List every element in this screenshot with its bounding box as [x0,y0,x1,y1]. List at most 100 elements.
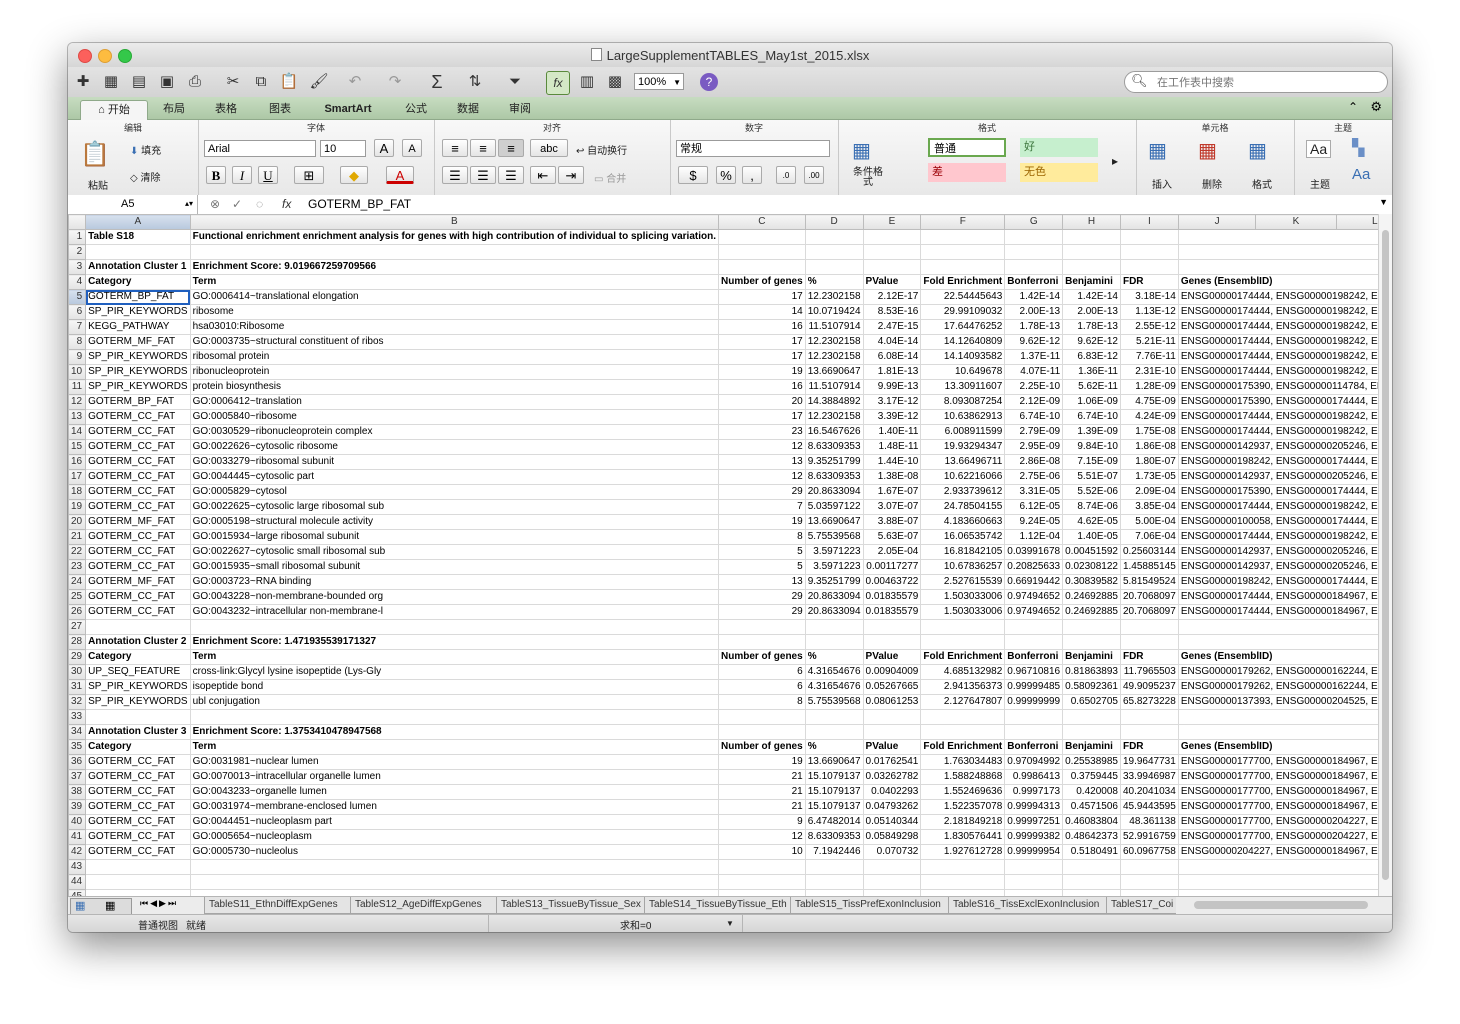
select-all-corner[interactable] [68,214,87,230]
grid-cell[interactable]: 0.25603144 [1119,544,1179,560]
grid-cell[interactable]: 2.941356373 [920,679,1006,695]
grid-cell[interactable]: Fold Enrichment [920,739,1006,755]
grid-cell[interactable]: 5.52E-06 [1062,484,1121,500]
grid-cell[interactable]: Annotation Cluster 2 [85,634,191,650]
grid-cell[interactable]: 2.05E-04 [862,544,922,560]
grid-cell[interactable] [804,634,864,650]
grid-cell[interactable]: ENSG00000142937, ENSG00000205246, ENSG00… [1177,439,1378,455]
grid-cell[interactable] [718,259,806,275]
merge-button[interactable]: ▭ 合并 [594,170,626,185]
grid-cell[interactable]: 0.9997173 [1004,784,1064,800]
grid-cell[interactable]: 3.5971223 [804,559,864,575]
grid-cell[interactable]: 5.63E-07 [862,529,922,545]
grid-cell[interactable]: 40.2041034 [1119,784,1179,800]
row-header[interactable]: 26 [68,604,87,620]
grid-cell[interactable]: GO:0015934~large ribosomal subunit [189,529,720,545]
grid-cell[interactable]: 2.181849218 [920,814,1006,830]
grid-cell[interactable] [1004,709,1064,725]
grid-cell[interactable]: 17.64476252 [920,319,1006,335]
grid-cell[interactable]: 10 [718,844,806,860]
grid-cell[interactable]: 29 [718,604,806,620]
grid-cell[interactable]: 0.96710816 [1004,664,1064,680]
grid-cell[interactable]: GOTERM_CC_FAT [85,604,191,620]
grid-cell[interactable]: ENSG00000175390, ENSG00000174444, ENSG00… [1177,484,1378,500]
grid-cell[interactable]: 13.6690647 [804,754,864,770]
grid-cell[interactable]: GO:0033279~ribosomal subunit [189,454,720,470]
zoom-select[interactable]: 100% ▼ [634,73,684,90]
grid-cell[interactable]: 0.00463722 [862,574,922,590]
format-button[interactable]: 格式 [1252,176,1272,191]
grid-cell[interactable]: 0.66919442 [1004,574,1064,590]
grid-cell[interactable] [920,724,1006,740]
grid-cell[interactable]: 9.84E-10 [1062,439,1121,455]
row-header[interactable]: 32 [68,694,87,710]
grid-cell[interactable]: Benjamini [1062,274,1121,290]
grid-cell[interactable] [804,229,864,245]
gallery-icon[interactable]: ▥ [576,71,598,93]
normal-view-icon[interactable]: ▦ [75,899,85,912]
grid-cell[interactable] [718,709,806,725]
grid-cell[interactable] [1177,619,1378,635]
grid-cell[interactable]: 8.093087254 [920,394,1006,410]
grid-cell[interactable]: 4.31654676 [804,679,864,695]
grid-cell[interactable]: Category [85,739,191,755]
grid-cell[interactable]: 20.8633094 [804,484,864,500]
row-header[interactable]: 33 [68,709,87,725]
grid-cell[interactable]: GO:0030529~ribonucleoprotein complex [189,424,720,440]
grid-cell[interactable] [1177,229,1378,245]
collapse-ribbon-icon[interactable]: ⌃ [1348,100,1358,114]
grid-cell[interactable]: ribonucleoprotein [189,364,720,380]
grid-cell[interactable]: 10.62216066 [920,469,1006,485]
sheet-tab[interactable]: TableS14_TissueByTissue_Eth [644,897,790,914]
grid-cell[interactable]: 0.24692885 [1062,589,1121,605]
grid-cell[interactable]: 20.8633094 [804,589,864,605]
grid-cell[interactable]: 2.527615539 [920,574,1006,590]
grid-cell[interactable] [1004,874,1064,890]
row-header[interactable]: 21 [68,529,87,545]
grid-cell[interactable]: 5.21E-11 [1119,334,1179,350]
row-header[interactable]: 22 [68,544,87,560]
grid-cell[interactable]: 0.04793262 [862,799,922,815]
grid-cell[interactable]: GO:0005654~nucleoplasm [189,829,720,845]
grid-cell[interactable]: 12.2302158 [804,349,864,365]
grid-cell[interactable]: GO:0022626~cytosolic ribosome [189,439,720,455]
grid-cell[interactable]: 10.0719424 [804,304,864,320]
grid-cell[interactable] [1177,259,1378,275]
row-header[interactable]: 29 [68,649,87,665]
grid-cell[interactable]: 1.80E-07 [1119,454,1179,470]
tab-charts[interactable]: 图表 [258,100,302,119]
grid-cell[interactable]: 3.07E-07 [862,499,922,515]
column-header[interactable]: D [804,214,864,230]
grid-cell[interactable] [920,229,1006,245]
grid-cell[interactable]: 12 [718,469,806,485]
grid-cell[interactable] [1119,229,1179,245]
grid-cell[interactable]: GO:0070013~intracellular organelle lumen [189,769,720,785]
grid-cell[interactable]: Annotation Cluster 3 [85,724,191,740]
grid-cell[interactable]: SP_PIR_KEYWORDS [85,364,191,380]
tab-data[interactable]: 数据 [446,100,490,119]
grid-cell[interactable]: 5 [718,559,806,575]
grid-cell[interactable]: Enrichment Score: 1.3753410478947568 [189,724,720,740]
grid-cell[interactable]: ubl conjugation [189,694,720,710]
grid-cell[interactable]: ribosome [189,304,720,320]
grid-cell[interactable]: 6.83E-12 [1062,349,1121,365]
grid-cell[interactable]: GO:0031981~nuclear lumen [189,754,720,770]
grid-cell[interactable] [1177,859,1378,875]
grid-cell[interactable]: GOTERM_CC_FAT [85,589,191,605]
grid-cell[interactable]: Genes (EnsemblID) [1177,739,1378,755]
grid-cell[interactable] [1062,709,1121,725]
grid-cell[interactable]: 10.63862913 [920,409,1006,425]
grid-cell[interactable]: 10.649678 [920,364,1006,380]
grid-cell[interactable]: GO:0022625~cytosolic large ribosomal sub [189,499,720,515]
grid-cell[interactable]: ENSG00000204227, ENSG00000184967, ENSG00… [1177,844,1378,860]
style-good[interactable]: 好 [1020,138,1098,157]
grid-cell[interactable]: 12.2302158 [804,334,864,350]
text-orientation-button[interactable]: abc [530,139,568,157]
insert-cells-icon[interactable]: ▦ [1148,138,1167,163]
grid-cell[interactable]: 1.06E-09 [1062,394,1121,410]
grid-cell[interactable]: 19 [718,754,806,770]
grid-cell[interactable]: 17 [718,409,806,425]
grid-cell[interactable]: 1.503033006 [920,589,1006,605]
grid-cell[interactable]: 0.5180491 [1062,844,1121,860]
grid-cell[interactable] [189,859,720,875]
